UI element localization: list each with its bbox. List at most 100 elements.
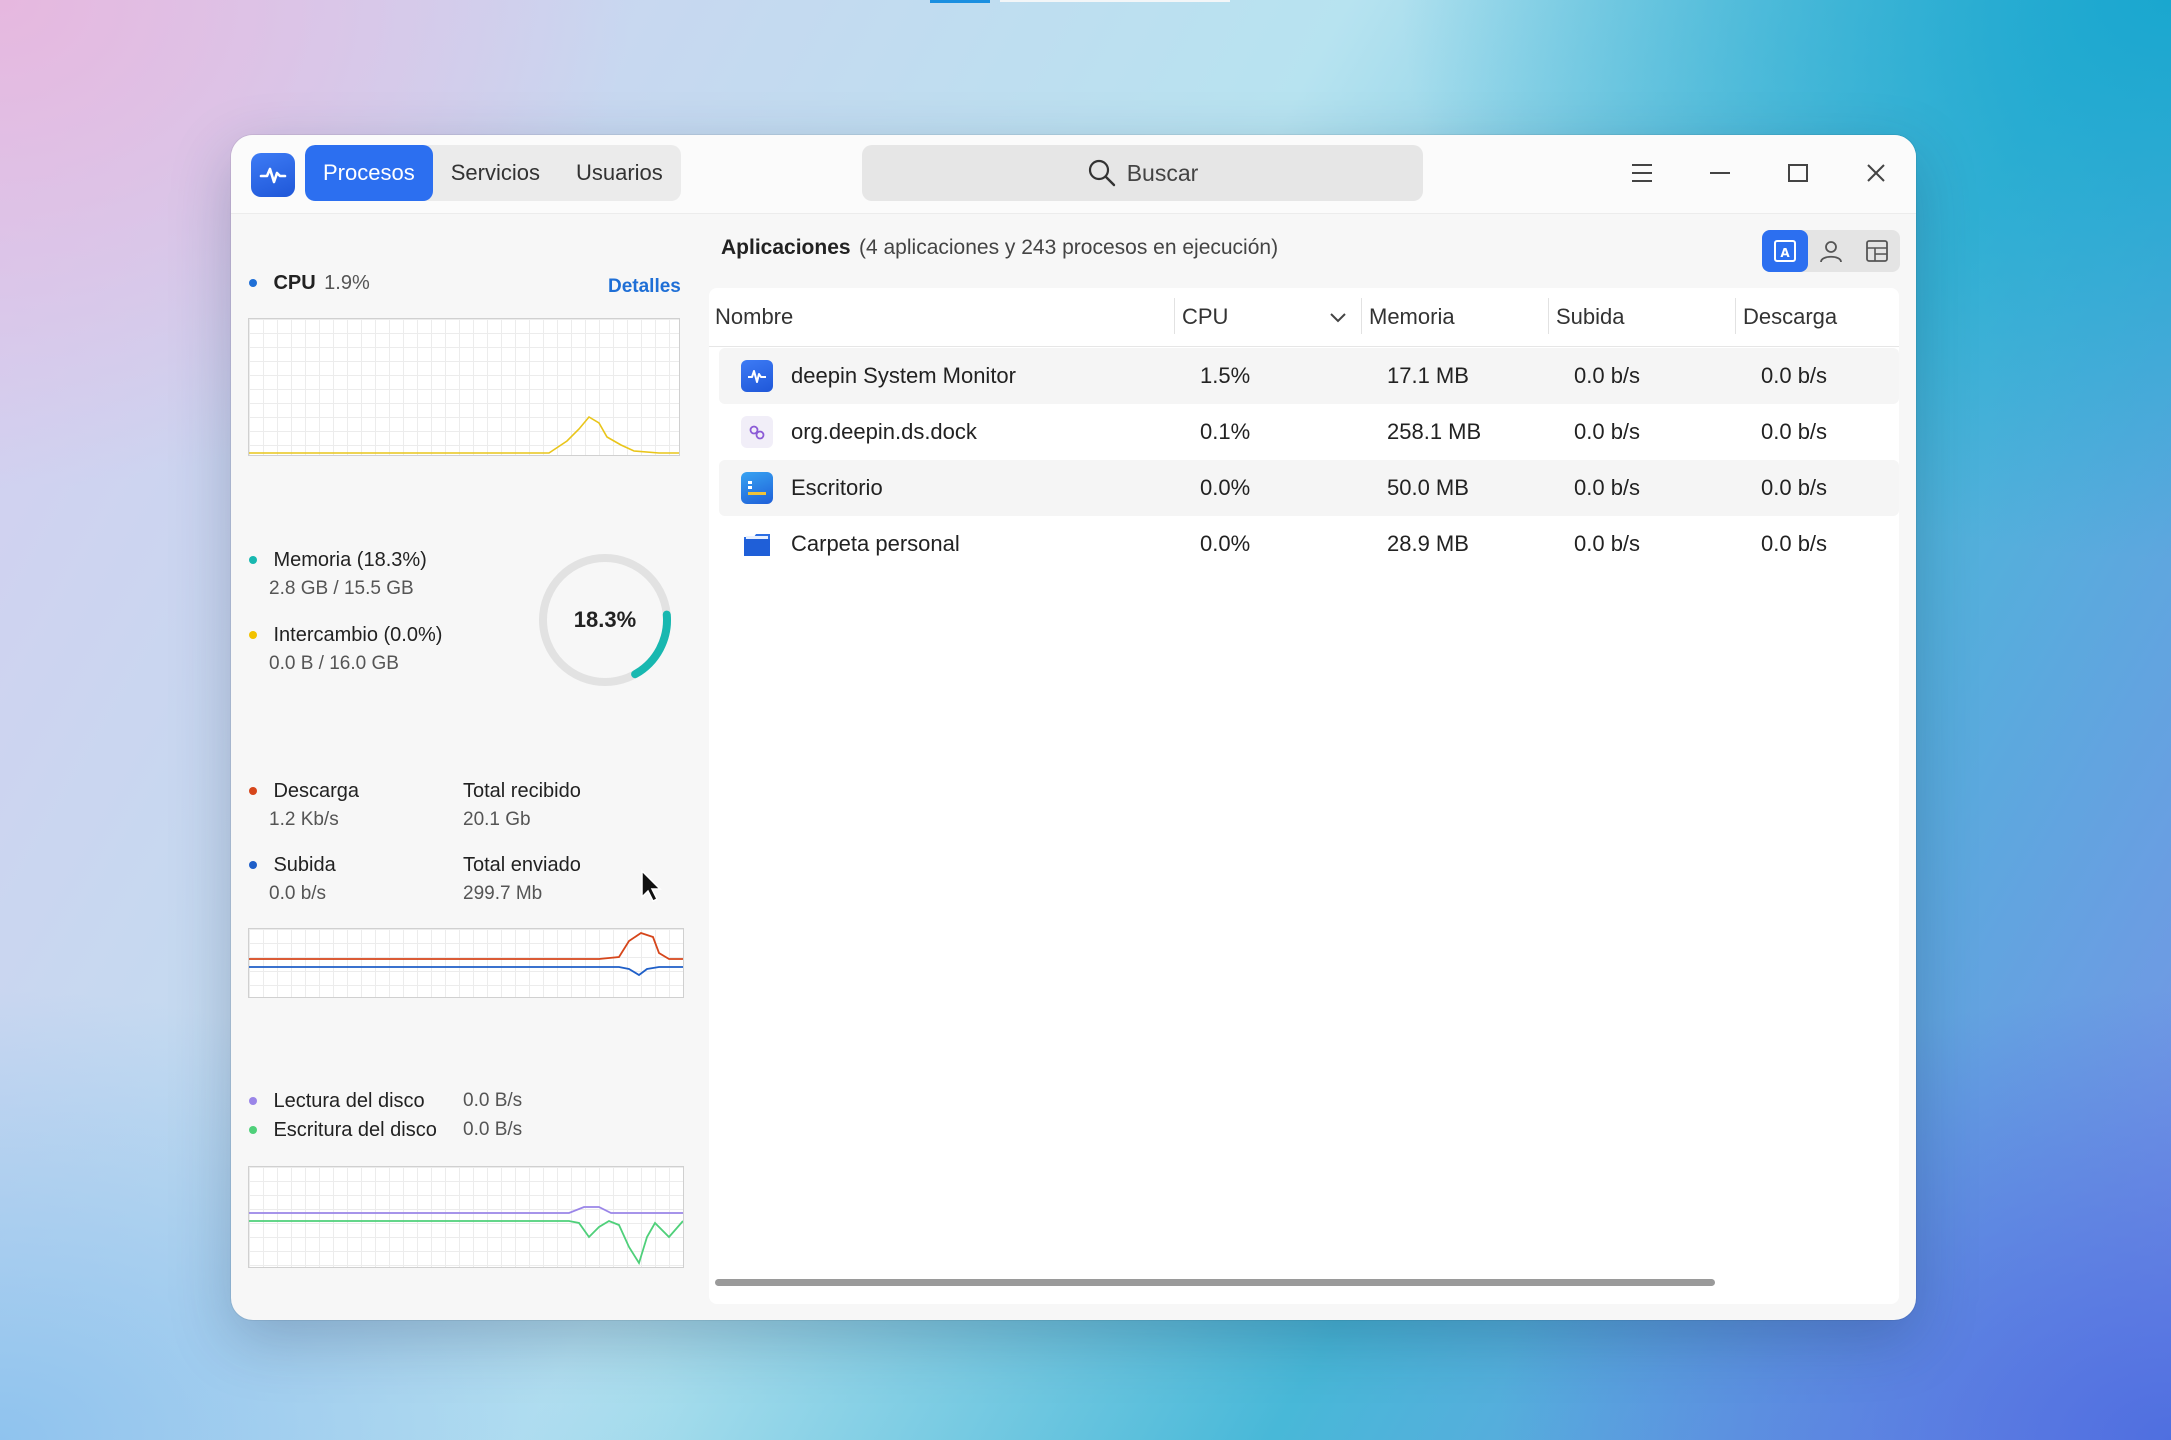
- memory-ring-value: 18.3%: [573, 607, 637, 632]
- process-download: 0.0 b/s: [1761, 419, 1828, 444]
- process-name: Carpeta personal: [791, 531, 960, 556]
- download-value: 1.2 Kb/s: [269, 809, 339, 830]
- tab-usuarios[interactable]: Usuarios: [558, 145, 681, 201]
- table-row[interactable]: deepin System Monitor 1.5% 17.1 MB 0.0 b…: [719, 348, 1899, 404]
- download-dot: [249, 786, 257, 795]
- tab-procesos[interactable]: Procesos: [305, 145, 433, 201]
- column-header-nombre[interactable]: Nombre: [715, 304, 793, 330]
- system-monitor-icon: [741, 360, 773, 392]
- view-tabs: Procesos Servicios Usuarios: [305, 145, 681, 201]
- close-button[interactable]: [1854, 151, 1898, 195]
- memory-header: Memoria (18.3%): [249, 549, 427, 572]
- maximize-button[interactable]: [1776, 151, 1820, 195]
- disk-write-value: 0.0 B/s: [463, 1119, 523, 1140]
- disk-read-dot: [249, 1096, 257, 1105]
- process-cpu: 0.1%: [1200, 419, 1251, 444]
- download-header: Descarga: [249, 780, 359, 803]
- disk-write-dot: [249, 1125, 257, 1134]
- upload-label: Subida: [273, 854, 336, 876]
- application-view-icon: A: [1774, 240, 1796, 262]
- disk-graph: [248, 1166, 684, 1268]
- view-applications-button[interactable]: A: [1762, 230, 1808, 272]
- home-folder-icon: [741, 528, 773, 560]
- cpu-label: CPU: [273, 272, 316, 294]
- download-line: [249, 932, 683, 960]
- sort-chevron-down-icon[interactable]: [1329, 312, 1347, 324]
- memory-dot: [249, 555, 257, 564]
- disk-write-header: Escritura del disco: [249, 1119, 437, 1142]
- grid-view-icon: [1866, 240, 1888, 262]
- svg-text:A: A: [1780, 246, 1790, 260]
- total-sent-label: Total enviado: [463, 854, 581, 876]
- column-header-cpu[interactable]: CPU: [1182, 304, 1228, 330]
- table-row[interactable]: org.deepin.ds.dock 0.1% 258.1 MB 0.0 b/s…: [719, 404, 1899, 460]
- column-header-subida[interactable]: Subida: [1556, 304, 1625, 330]
- upload-dot: [249, 860, 257, 869]
- process-cpu: 1.5%: [1200, 363, 1251, 388]
- minimize-button[interactable]: [1698, 151, 1742, 195]
- disk-read-value: 0.0 B/s: [463, 1090, 523, 1111]
- swap-label: Intercambio (0.0%): [273, 624, 443, 646]
- minimize-icon: [1710, 172, 1730, 174]
- process-cpu: 0.0%: [1200, 531, 1251, 556]
- desktop-highlight-line: [1000, 0, 1230, 2]
- process-upload: 0.0 b/s: [1574, 363, 1641, 388]
- search-icon: [1088, 159, 1115, 187]
- table-row[interactable]: Carpeta personal 0.0% 28.9 MB 0.0 b/s 0.…: [719, 516, 1899, 572]
- disk-read-line: [249, 1206, 683, 1214]
- memory-label: Memoria (18.3%): [273, 549, 427, 571]
- desktop-icon: [741, 472, 773, 504]
- system-monitor-window: Procesos Servicios Usuarios Buscar CPU 1…: [231, 135, 1916, 1320]
- horizontal-scrollbar[interactable]: [715, 1279, 1715, 1286]
- column-divider: [1548, 298, 1549, 334]
- cpu-header: CPU 1.9%: [249, 272, 370, 295]
- process-cpu: 0.0%: [1200, 475, 1251, 500]
- column-header-descarga[interactable]: Descarga: [1743, 304, 1837, 330]
- cpu-usage-line: [249, 415, 679, 454]
- dock-icon: [741, 416, 773, 448]
- process-table: Nombre CPU Memoria Subida Descarga deepi…: [709, 288, 1899, 1304]
- close-icon: [1867, 164, 1885, 182]
- main-panel: Aplicaciones (4 aplicaciones y 243 proce…: [709, 214, 1916, 1320]
- column-divider: [1361, 298, 1362, 334]
- resource-sidebar: CPU 1.9% Detalles Memoria (18.3%) 2.8 GB…: [231, 214, 701, 1320]
- desktop-accent-line: [930, 0, 990, 3]
- process-upload: 0.0 b/s: [1574, 531, 1641, 556]
- total-received-label: Total recibido: [463, 780, 581, 802]
- process-name: Escritorio: [791, 475, 883, 500]
- cpu-details-link[interactable]: Detalles: [608, 276, 681, 298]
- user-icon: [1820, 241, 1842, 263]
- header-divider: [709, 346, 1899, 347]
- column-divider: [1735, 298, 1736, 334]
- upload-line: [249, 966, 683, 977]
- table-row[interactable]: Escritorio 0.0% 50.0 MB 0.0 b/s 0.0 b/s: [719, 460, 1899, 516]
- disk-write-line: [249, 1219, 683, 1266]
- process-download: 0.0 b/s: [1761, 363, 1828, 388]
- swap-usage: 0.0 B / 16.0 GB: [269, 653, 399, 674]
- maximize-icon: [1788, 164, 1808, 182]
- download-label: Descarga: [273, 780, 360, 802]
- mouse-cursor-icon: [641, 869, 662, 903]
- process-memory: 17.1 MB: [1387, 363, 1469, 388]
- hamburger-menu-icon: [1632, 164, 1652, 182]
- search-box[interactable]: Buscar: [862, 145, 1423, 201]
- process-upload: 0.0 b/s: [1574, 419, 1641, 444]
- disk-read-label: Lectura del disco: [273, 1090, 425, 1112]
- process-download: 0.0 b/s: [1761, 531, 1828, 556]
- swap-header: Intercambio (0.0%): [249, 624, 442, 647]
- view-my-processes-button[interactable]: [1808, 230, 1854, 272]
- cpu-graph: [248, 318, 680, 456]
- process-download: 0.0 b/s: [1761, 475, 1828, 500]
- menu-button[interactable]: [1620, 151, 1664, 195]
- process-upload: 0.0 b/s: [1574, 475, 1641, 500]
- process-memory: 28.9 MB: [1387, 531, 1469, 556]
- view-all-processes-button[interactable]: [1854, 230, 1900, 272]
- column-divider: [1174, 298, 1175, 334]
- column-header-memoria[interactable]: Memoria: [1369, 304, 1455, 330]
- upload-header: Subida: [249, 854, 336, 877]
- process-name: deepin System Monitor: [791, 363, 1016, 388]
- network-graph: [248, 928, 684, 998]
- title-bar: Procesos Servicios Usuarios Buscar: [231, 135, 1916, 214]
- tab-servicios[interactable]: Servicios: [433, 145, 558, 201]
- process-memory: 258.1 MB: [1387, 419, 1482, 444]
